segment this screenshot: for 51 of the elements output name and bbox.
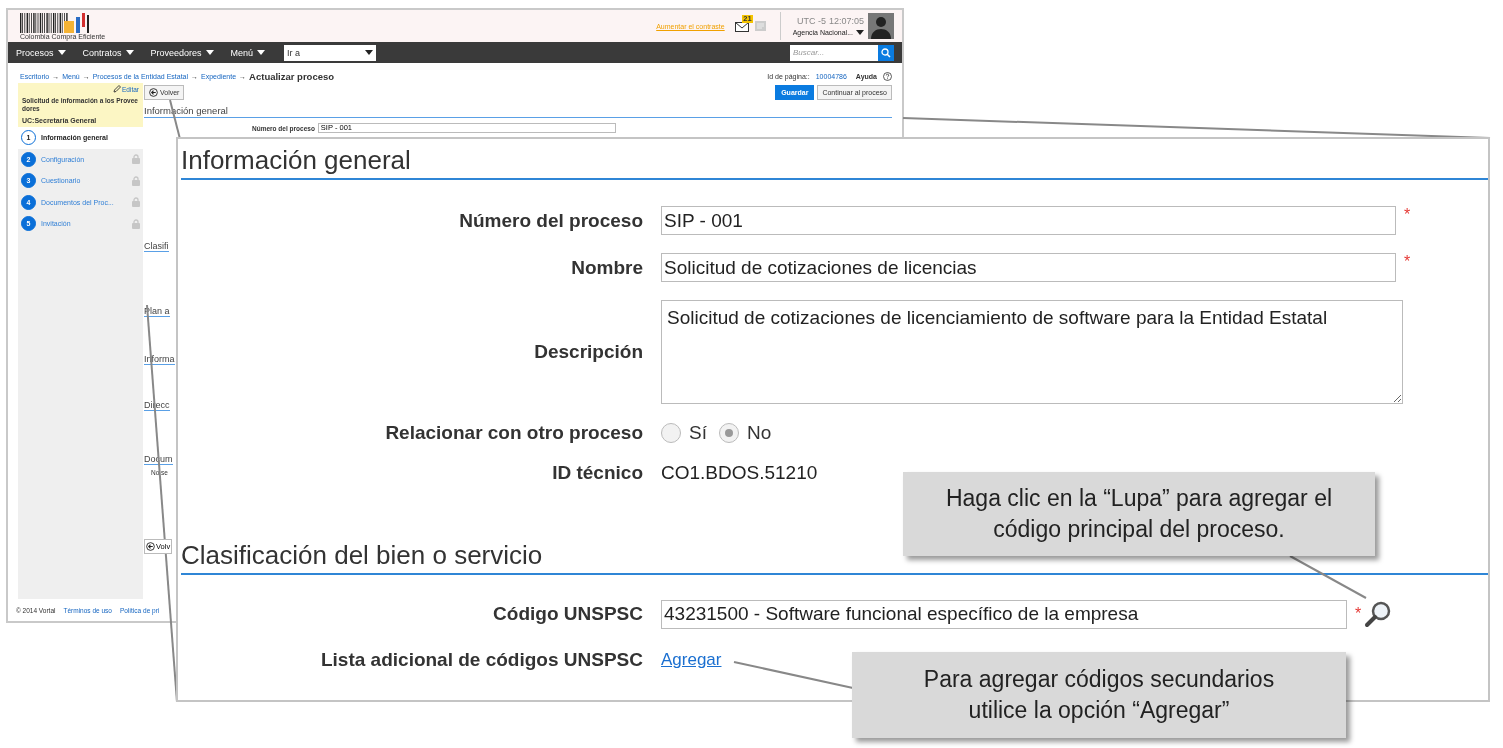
- unspsc-field[interactable]: 43231500 - Software funcional específico de la empresa: [661, 599, 1347, 629]
- caret-icon: [365, 50, 374, 55]
- section-title: Información general: [181, 145, 1488, 180]
- field-label: Lista adicional de códigos UNSPSC: [320, 649, 643, 671]
- nav-menu[interactable]: Procesos: [16, 47, 66, 58]
- text-field[interactable]: Solicitud de cotizaciones de licencias: [661, 253, 1396, 282]
- help-icon[interactable]: [883, 71, 892, 81]
- timezone-text: UTC -5: [796, 16, 826, 26]
- radio-button[interactable]: [718, 423, 739, 443]
- description-field[interactable]: Solicitud de cotizaciones de licenciamiento de software para la Entidad Estatal: [661, 300, 1403, 404]
- pencil-icon: [113, 85, 121, 93]
- mail-icon[interactable]: [734, 22, 749, 32]
- lock-icon: [132, 175, 140, 186]
- nav-menu[interactable]: Proveedores: [150, 47, 214, 58]
- back-arrow-icon: [149, 88, 158, 97]
- required-mark: *: [1355, 605, 1362, 623]
- required-mark: *: [1404, 206, 1411, 224]
- callout-text: Haga clic en la “Lupa” para agregar el código principal del proceso.: [903, 472, 1375, 556]
- add-link[interactable]: Agregar: [661, 650, 722, 669]
- search-button[interactable]: [878, 44, 894, 61]
- required-mark: *: [1404, 253, 1411, 271]
- clock-text: 12:07:05: [828, 16, 864, 26]
- radio-button[interactable]: [661, 423, 681, 443]
- back-arrow-icon: [146, 542, 155, 551]
- callout-text: Para agregar códigos secundarios utilice la opción “Agregar”: [852, 652, 1346, 738]
- section-title: Clasifi: [144, 241, 169, 252]
- caret-icon: [205, 50, 214, 55]
- nav-menu[interactable]: Contratos: [82, 47, 134, 58]
- breadcrumb-current: Actualizar proceso: [249, 70, 335, 82]
- avatar-icon[interactable]: [868, 13, 894, 39]
- lock-icon: [132, 218, 140, 229]
- field-label: Relacionar con otro proceso: [384, 422, 643, 444]
- radio-label: No: [746, 422, 772, 444]
- field-label: Nombre: [570, 256, 643, 279]
- text-field[interactable]: SIP - 001: [661, 206, 1396, 235]
- goto-select[interactable]: Ir a: [284, 44, 377, 61]
- barcode-logo-icon: [20, 12, 92, 33]
- nav-menu[interactable]: Menú: [230, 47, 266, 58]
- field-label: Descripción: [533, 341, 643, 363]
- field-label: Número del proceso: [458, 209, 643, 232]
- radio-label: Sí: [689, 422, 707, 444]
- field-label: ID técnico: [551, 462, 643, 484]
- field-label: Código UNSPSC: [492, 603, 643, 625]
- caret-icon: [125, 50, 134, 55]
- lock-icon: [132, 154, 140, 165]
- caret-icon: [257, 50, 266, 55]
- caret-icon: [57, 50, 66, 55]
- field-value: CO1.BDOS.51210: [661, 462, 818, 483]
- caret-icon: [856, 30, 864, 35]
- lock-icon: [132, 197, 140, 208]
- search-icon: [881, 47, 891, 58]
